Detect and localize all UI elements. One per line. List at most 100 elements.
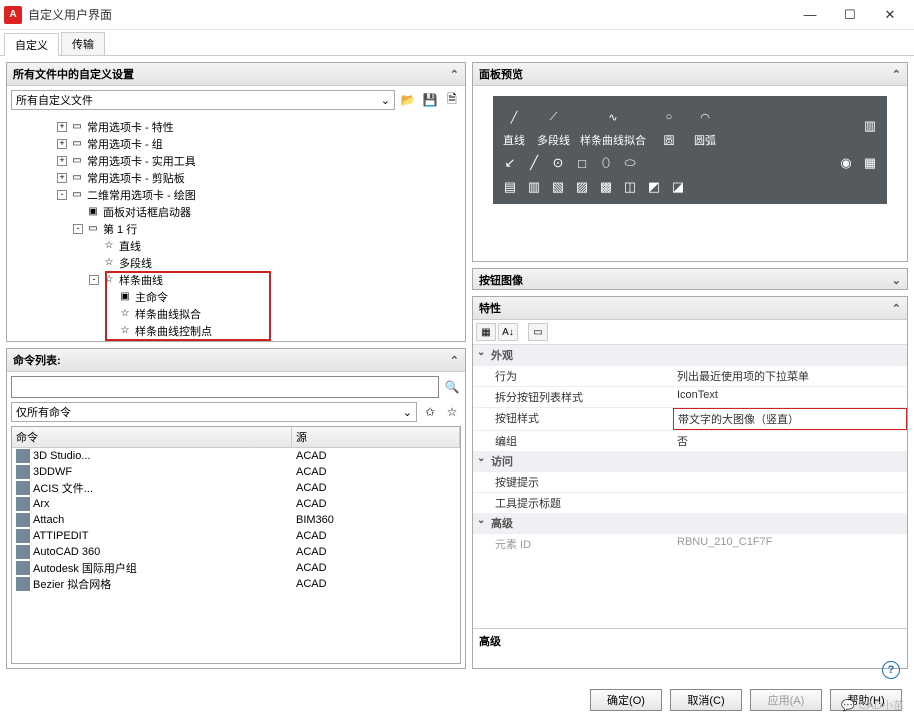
tree-node[interactable]: ▣主命令 xyxy=(9,288,463,305)
small-btn[interactable]: ▩ xyxy=(597,178,615,196)
close-button[interactable]: ✕ xyxy=(870,1,910,29)
collapse-icon[interactable]: ⌃ xyxy=(892,302,901,315)
small-btn[interactable]: ▧ xyxy=(549,178,567,196)
prop-row[interactable]: 行为列出最近使用项的下拉菜单 xyxy=(473,365,907,386)
command-row[interactable]: ACIS 文件...ACAD xyxy=(12,480,460,496)
prop-row[interactable]: 拆分按钮列表样式IconText xyxy=(473,386,907,407)
prop-value[interactable]: 列出最近使用项的下拉菜单 xyxy=(673,366,907,386)
col-name[interactable]: 命令 xyxy=(12,427,292,447)
small-btn[interactable]: ╱ xyxy=(525,154,543,172)
prop-row[interactable]: 按键提示 xyxy=(473,471,907,492)
tree-node[interactable]: ▣面板对话框启动器 xyxy=(9,203,463,220)
expand-box[interactable]: + xyxy=(57,156,67,166)
command-row[interactable]: ArxACAD xyxy=(12,496,460,512)
expand-box[interactable]: + xyxy=(57,173,67,183)
search-input[interactable] xyxy=(11,376,439,398)
prop-value[interactable]: 带文字的大图像（竖直） xyxy=(673,408,907,430)
tree-node[interactable]: +▭常用选项卡 - 实用工具 xyxy=(9,152,463,169)
tree-view[interactable]: +▭常用选项卡 - 特性+▭常用选项卡 - 组+▭常用选项卡 - 实用工具+▭常… xyxy=(7,114,465,341)
pages-btn[interactable]: ▭ xyxy=(528,323,548,341)
node-icon: ▭ xyxy=(70,154,84,167)
tree-node[interactable]: -☆样条曲线 xyxy=(9,271,463,288)
command-row[interactable]: Bezier 拟合网格ACAD xyxy=(12,576,460,592)
cancel-button[interactable]: 取消(C) xyxy=(670,689,742,711)
search-icon[interactable]: 🔍 xyxy=(443,378,461,396)
prop-value[interactable] xyxy=(673,493,907,513)
tree-node[interactable]: ☆样条曲线拟合 xyxy=(9,305,463,322)
small-btn[interactable]: ◪ xyxy=(669,178,687,196)
minimize-button[interactable]: — xyxy=(790,1,830,29)
prop-category[interactable]: 高级 xyxy=(473,513,907,533)
tree-node[interactable]: +▭常用选项卡 - 剪贴板 xyxy=(9,169,463,186)
expand-box[interactable]: - xyxy=(89,275,99,285)
col-src[interactable]: 源 xyxy=(292,427,460,447)
command-row[interactable]: AttachBIM360 xyxy=(12,512,460,528)
collapse-icon[interactable]: ⌃ xyxy=(892,68,901,81)
small-btn[interactable]: ▥ xyxy=(861,117,879,135)
small-btn[interactable]: ◉ xyxy=(837,154,855,172)
prop-value[interactable]: RBNU_210_C1F7F xyxy=(673,534,907,554)
prop-row[interactable]: 元素 IDRBNU_210_C1F7F xyxy=(473,533,907,554)
prop-value[interactable]: IconText xyxy=(673,387,907,407)
prop-value[interactable] xyxy=(673,472,907,492)
prop-grid[interactable]: 外观行为列出最近使用项的下拉菜单拆分按钮列表样式IconText按钮样式带文字的… xyxy=(473,345,907,628)
command-rows[interactable]: 3D Studio...ACAD3DDWFACADACIS 文件...ACADA… xyxy=(12,448,460,608)
expand-box[interactable]: + xyxy=(57,122,67,132)
small-btn[interactable]: ◩ xyxy=(645,178,663,196)
small-btn[interactable]: ◫ xyxy=(621,178,639,196)
expand-icon[interactable]: ⌄ xyxy=(892,274,901,287)
small-btn[interactable]: ⬯ xyxy=(597,154,615,172)
maximize-button[interactable]: ☐ xyxy=(830,1,870,29)
prop-category[interactable]: 访问 xyxy=(473,451,907,471)
prev-spline[interactable]: ∿样条曲线拟合 xyxy=(580,104,646,148)
prev-line[interactable]: ╱直线 xyxy=(501,104,527,148)
small-btn[interactable]: ▦ xyxy=(861,154,879,172)
prop-row[interactable]: 工具提示标题 xyxy=(473,492,907,513)
collapse-icon[interactable]: ⌃ xyxy=(450,354,459,367)
collapse-icon[interactable]: ⌃ xyxy=(450,68,459,81)
tree-node[interactable]: ☆直线 xyxy=(9,237,463,254)
categorized-btn[interactable]: ▦ xyxy=(476,323,496,341)
help-icon[interactable]: ? xyxy=(882,661,900,679)
small-btn[interactable]: ▥ xyxy=(525,178,543,196)
open-icon[interactable]: 📂 xyxy=(399,91,417,109)
prev-arc[interactable]: ◠圆弧 xyxy=(692,104,718,148)
tree-node[interactable]: ☆多段线 xyxy=(9,254,463,271)
prev-circle[interactable]: ○圆 xyxy=(656,104,682,148)
command-row[interactable]: 3D Studio...ACAD xyxy=(12,448,460,464)
star-new-icon[interactable]: ✩ xyxy=(421,403,439,421)
small-btn[interactable]: ⊙ xyxy=(549,154,567,172)
save-as-icon[interactable]: 🗎 xyxy=(443,91,461,109)
small-btn[interactable]: ▤ xyxy=(501,178,519,196)
star-icon[interactable]: ☆ xyxy=(443,403,461,421)
alpha-btn[interactable]: A↓ xyxy=(498,323,518,341)
ok-button[interactable]: 确定(O) xyxy=(590,689,662,711)
filter-select[interactable]: 仅所有命令 ⌄ xyxy=(11,402,417,422)
save-icon[interactable]: 💾 xyxy=(421,91,439,109)
small-btn[interactable]: ▨ xyxy=(573,178,591,196)
expand-box[interactable]: - xyxy=(57,190,67,200)
prop-category[interactable]: 外观 xyxy=(473,345,907,365)
tree-node[interactable]: ☆样条曲线控制点 xyxy=(9,322,463,339)
tab-custom[interactable]: 自定义 xyxy=(4,33,59,56)
prev-polyline[interactable]: ⟋多段线 xyxy=(537,104,570,148)
prop-row[interactable]: 编组否 xyxy=(473,430,907,451)
help-button[interactable]: 帮助(H) xyxy=(830,689,902,711)
small-btn[interactable]: ↙ xyxy=(501,154,519,172)
command-row[interactable]: ATTIPEDITACAD xyxy=(12,528,460,544)
prop-value[interactable]: 否 xyxy=(673,431,907,451)
expand-box[interactable]: + xyxy=(57,139,67,149)
tree-node[interactable]: +▭常用选项卡 - 特性 xyxy=(9,118,463,135)
tree-node[interactable]: +▭常用选项卡 - 组 xyxy=(9,135,463,152)
file-select[interactable]: 所有自定义文件 ⌄ xyxy=(11,90,395,110)
apply-button[interactable]: 应用(A) xyxy=(750,689,822,711)
tree-node[interactable]: -▭二维常用选项卡 - 绘图 xyxy=(9,186,463,203)
tab-transfer[interactable]: 传输 xyxy=(61,32,105,55)
small-btn[interactable]: □ xyxy=(573,154,591,172)
tree-node[interactable]: +☆圆 xyxy=(9,339,463,341)
button-image-header[interactable]: 按钮图像 ⌄ xyxy=(473,269,907,290)
expand-box[interactable]: - xyxy=(73,224,83,234)
small-btn[interactable]: ⬭ xyxy=(621,154,639,172)
prop-row[interactable]: 按钮样式带文字的大图像（竖直） xyxy=(473,407,907,430)
tree-node[interactable]: -▭第 1 行 xyxy=(9,220,463,237)
